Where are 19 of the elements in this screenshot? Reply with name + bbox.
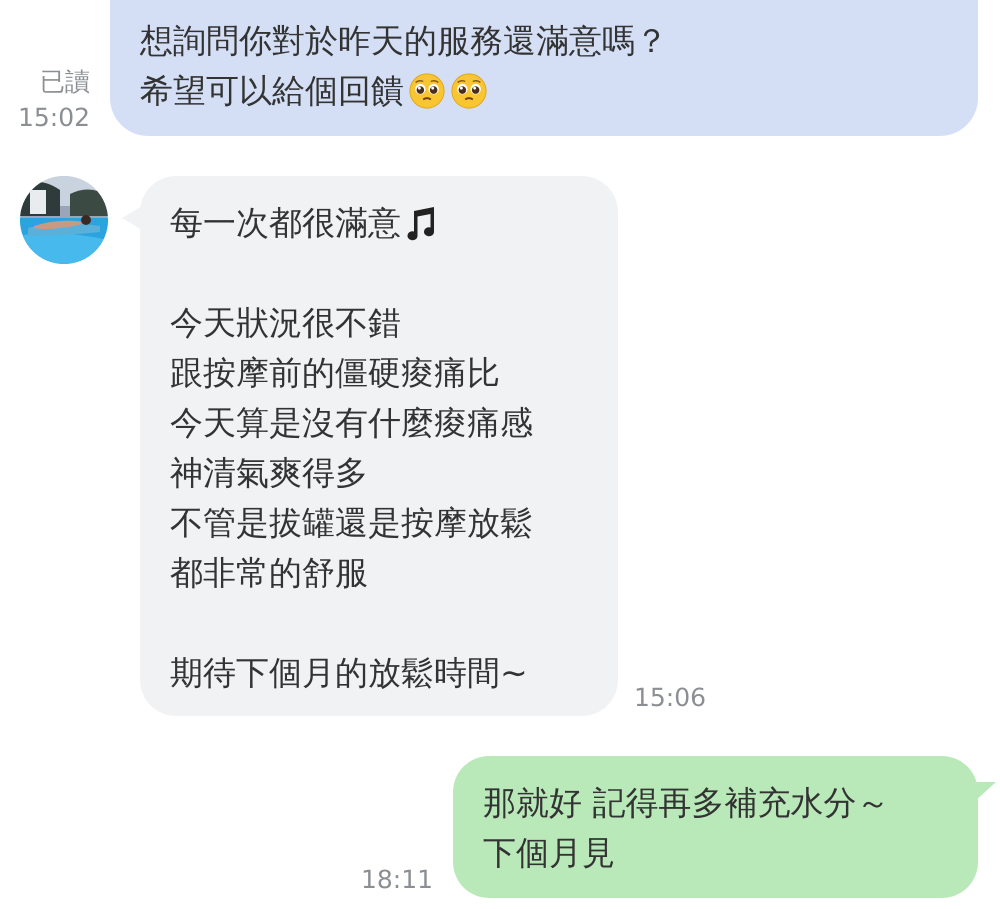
- message-text: 今天算是沒有什麼痠痛感: [170, 402, 533, 444]
- message-text: 期待下個月的放鬆時間~: [170, 652, 528, 694]
- message-time: 15:02: [18, 102, 90, 134]
- message-time: 15:06: [634, 682, 706, 714]
- message-text: 想詢問你對於昨天的服務還滿意嗎？: [140, 20, 668, 62]
- message-text: 神清氣爽得多: [170, 452, 368, 494]
- read-receipt: 已讀: [40, 66, 90, 98]
- message-text: 今天狀況很不錯: [170, 302, 401, 344]
- message-time: 18:11: [360, 864, 433, 896]
- message-text: 跟按摩前的僵硬痠痛比: [170, 352, 500, 394]
- message-text: 每一次都很滿意: [170, 202, 401, 244]
- message-text: 下個月見: [483, 832, 615, 874]
- message-text: 希望可以給個回饋: [140, 70, 404, 112]
- message-text: 那就好 記得再多補充水分～: [483, 782, 890, 824]
- pleading-face-icon: [408, 72, 446, 110]
- pleading-face-icon: [450, 72, 488, 110]
- message-text: 都非常的舒服: [170, 552, 368, 594]
- music-note-icon: [405, 205, 437, 241]
- message-text: 不管是拔罐還是按摩放鬆: [170, 502, 533, 544]
